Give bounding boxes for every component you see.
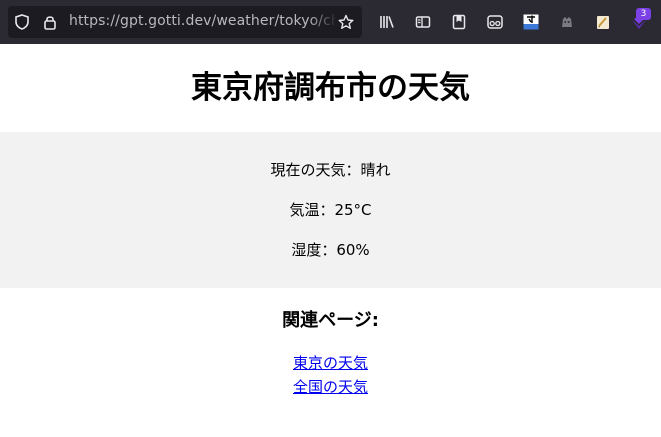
tokyo-weather-link[interactable]: 東京の天気 xyxy=(293,354,368,372)
bookmark-star-icon[interactable] xyxy=(338,14,354,30)
url-fade xyxy=(308,6,338,38)
url-bar[interactable]: https://gpt.gotti.dev/weather/tokyo/chof… xyxy=(8,6,362,38)
weather-temperature: 気温：25°C xyxy=(289,201,372,219)
extension-badge: 3 xyxy=(636,8,651,20)
extension-glasses-icon[interactable] xyxy=(487,14,503,30)
save-to-pocket-icon[interactable] xyxy=(451,14,467,30)
sidebar-icon[interactable] xyxy=(415,14,431,30)
lock-icon[interactable] xyxy=(42,14,58,30)
extension-cat-icon[interactable] xyxy=(559,14,575,30)
url-text[interactable]: https://gpt.gotti.dev/weather/tokyo/chof… xyxy=(69,13,335,29)
weather-condition: 現在の天気：晴れ xyxy=(270,161,391,179)
extension-notepad-icon[interactable] xyxy=(595,14,611,30)
extension-translate-icon[interactable] xyxy=(523,14,539,30)
shield-icon[interactable] xyxy=(14,14,30,30)
browser-toolbar: https://gpt.gotti.dev/weather/tokyo/chof… xyxy=(0,0,661,44)
weather-panel: 現在の天気：晴れ 気温：25°C 湿度：60% xyxy=(0,132,661,288)
library-icon[interactable] xyxy=(379,14,395,30)
related-pages-heading: 関連ページ: xyxy=(282,310,379,331)
page-title: 東京府調布市の天気 xyxy=(191,70,470,106)
national-weather-link[interactable]: 全国の天気 xyxy=(293,378,368,396)
weather-humidity: 湿度：60% xyxy=(291,241,370,259)
related-link-item: 東京の天気 xyxy=(0,352,661,374)
related-link-item: 全国の天気 xyxy=(0,376,661,398)
